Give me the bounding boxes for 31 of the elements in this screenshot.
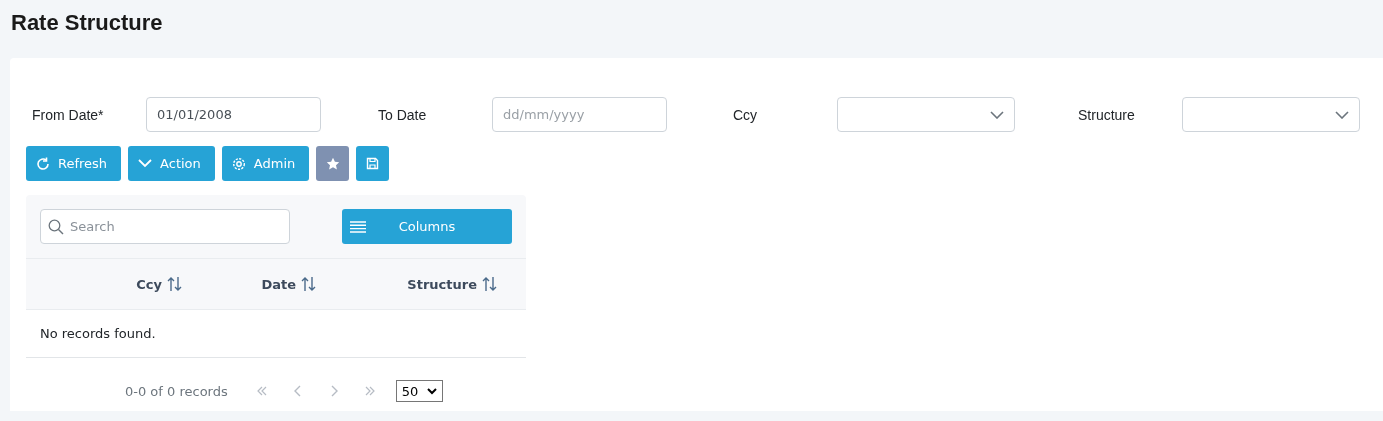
star-icon — [325, 156, 340, 171]
dropdown[interactable] — [1182, 97, 1360, 132]
column-header[interactable]: Date — [261, 276, 296, 292]
search-field[interactable]: Search — [40, 209, 290, 244]
sort-icon — [167, 276, 183, 292]
field-label: To Date — [377, 106, 428, 123]
date-field[interactable]: dd/mm/yyyy — [492, 97, 667, 132]
settings-icon — [231, 156, 246, 171]
chevron-down-icon — [1335, 110, 1349, 119]
field-label: Ccy — [732, 106, 759, 123]
date-field[interactable]: 01/01/2008 — [146, 97, 321, 132]
sort-icon — [482, 276, 498, 292]
chevron-down-icon — [138, 159, 153, 168]
list-icon — [350, 220, 366, 233]
page-size-dropdown[interactable]: 50 — [395, 380, 443, 402]
favorite-button[interactable] — [316, 146, 350, 181]
sort-icon — [301, 276, 317, 292]
chevron-down-icon — [990, 110, 1004, 119]
chevron-down-icon — [426, 387, 437, 395]
page-title: Rate Structure — [10, 9, 164, 37]
save-button[interactable] — [356, 146, 390, 181]
save-icon — [366, 157, 380, 170]
dropdown[interactable] — [837, 97, 1015, 132]
field-label: From Date* — [31, 106, 105, 123]
column-header[interactable]: Ccy — [136, 276, 162, 292]
field-label: Structure — [1077, 106, 1136, 123]
empty-message: No records found. — [40, 326, 156, 341]
record-count: 0-0 of 0 records — [125, 383, 228, 399]
search-icon — [48, 219, 64, 235]
column-header[interactable]: Structure — [407, 276, 477, 292]
refresh-icon — [36, 156, 50, 171]
